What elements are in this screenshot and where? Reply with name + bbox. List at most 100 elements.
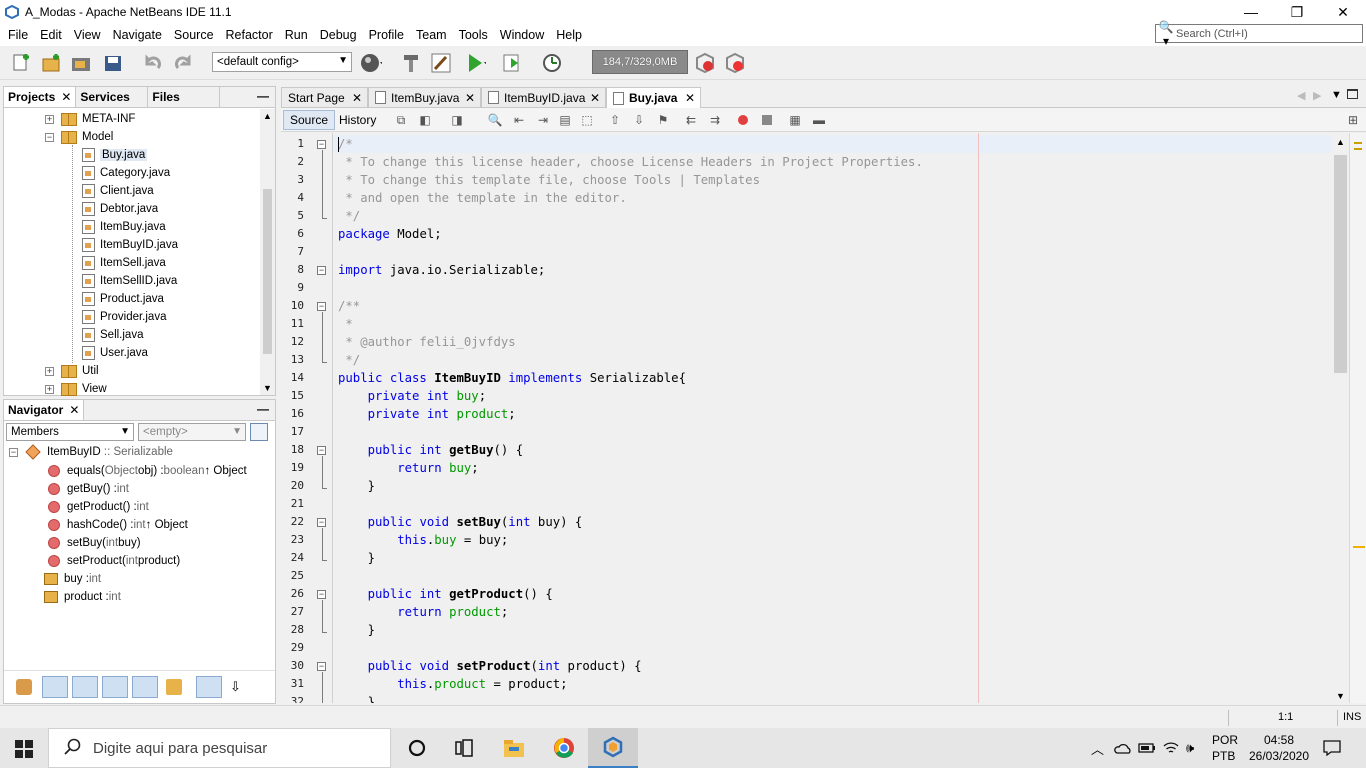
new-project-icon[interactable]: [40, 52, 62, 74]
members-combo[interactable]: Members ▼: [6, 423, 134, 441]
line-number[interactable]: 15: [281, 389, 304, 402]
line-number[interactable]: 12: [281, 335, 304, 348]
fold-toggle-icon[interactable]: −: [317, 266, 326, 275]
split-editor-icon[interactable]: ⊞: [1345, 112, 1361, 128]
stop-macro-icon[interactable]: [759, 112, 775, 128]
close-icon[interactable]: ✕: [69, 403, 79, 417]
navigator-method[interactable]: setBuy(int buy): [48, 534, 141, 552]
minimize-panel-icon[interactable]: —: [257, 89, 269, 103]
mark-occurrence-icon[interactable]: [1353, 546, 1365, 548]
navigator-settings-icon[interactable]: [250, 423, 268, 441]
show-non-public-icon[interactable]: [102, 676, 128, 698]
scroll-down-icon[interactable]: ▼: [263, 383, 272, 393]
close-icon[interactable]: ✕: [61, 90, 71, 104]
minimize-panel-icon[interactable]: —: [257, 402, 269, 416]
line-number[interactable]: 23: [281, 533, 304, 546]
line-number[interactable]: 25: [281, 569, 304, 582]
chrome-icon[interactable]: [553, 737, 575, 762]
tree-folder[interactable]: + View: [45, 380, 107, 398]
tree-file[interactable]: Debtor.java: [82, 200, 158, 218]
line-number[interactable]: 16: [281, 407, 304, 420]
line-number[interactable]: 13: [281, 353, 304, 366]
close-icon[interactable]: ✕: [465, 91, 475, 105]
fold-toggle-icon[interactable]: −: [317, 590, 326, 599]
editor-scrollbar[interactable]: ▲ ▼: [1332, 133, 1349, 703]
gc-icon[interactable]: [694, 52, 716, 74]
menu-team[interactable]: Team: [410, 28, 453, 42]
show-inner-classes-icon[interactable]: [132, 676, 158, 698]
navigator-method[interactable]: getProduct() : int: [48, 498, 149, 516]
projects-scroll-thumb[interactable]: [263, 189, 272, 354]
fold-toggle-icon[interactable]: −: [317, 662, 326, 671]
show-hidden-icons-icon[interactable]: ︿: [1091, 728, 1104, 768]
profile-ide-icon[interactable]: [724, 52, 746, 74]
config-select[interactable]: <default config> ▼: [212, 52, 352, 72]
tree-folder[interactable]: + Util: [45, 362, 99, 380]
taskbar-search-input[interactable]: [93, 739, 390, 757]
navigator-root[interactable]: − ItemBuyID :: Serializable: [9, 443, 173, 461]
last-edit-icon[interactable]: ⧉: [393, 112, 409, 128]
warning-marker-icon[interactable]: [1354, 142, 1362, 144]
clock[interactable]: 04:58 26/03/2020: [1248, 732, 1310, 764]
tree-file[interactable]: ItemBuyID.java: [82, 236, 178, 254]
warning-marker-icon[interactable]: [1354, 148, 1362, 150]
fold-toggle-icon[interactable]: −: [317, 140, 326, 149]
file-explorer-icon[interactable]: [503, 738, 525, 761]
tree-file[interactable]: ItemBuy.java: [82, 218, 166, 236]
show-opened-documents-icon[interactable]: ▼: [1331, 89, 1342, 101]
line-number[interactable]: 30: [281, 659, 304, 672]
line-number[interactable]: 8: [281, 263, 304, 276]
line-number[interactable]: 17: [281, 425, 304, 438]
task-view-icon[interactable]: [455, 739, 473, 760]
scroll-up-icon[interactable]: ▲: [263, 111, 272, 121]
line-number[interactable]: 31: [281, 677, 304, 690]
tab-files[interactable]: Files: [148, 87, 221, 107]
navigator-field[interactable]: product : int: [44, 588, 121, 606]
undo-icon[interactable]: [142, 52, 164, 74]
open-project-icon[interactable]: [70, 52, 92, 74]
battery-icon[interactable]: [1138, 728, 1156, 768]
tab-projects[interactable]: Projects ✕: [4, 87, 77, 107]
find-next-icon[interactable]: ⇥: [535, 112, 551, 128]
tree-folder[interactable]: − Model: [45, 128, 113, 146]
fqn-icon[interactable]: [166, 679, 182, 695]
back-icon[interactable]: ◧: [417, 112, 433, 128]
line-number[interactable]: 3: [281, 173, 304, 186]
save-all-icon[interactable]: [102, 52, 124, 74]
collapse-icon[interactable]: −: [9, 447, 18, 457]
input-language[interactable]: POR PTB: [1212, 732, 1240, 764]
tree-folder[interactable]: + META-INF: [45, 110, 135, 128]
menu-window[interactable]: Window: [494, 28, 550, 42]
minimize-button[interactable]: —: [1228, 0, 1274, 24]
wifi-icon[interactable]: [1162, 728, 1180, 768]
sort-by-source-icon[interactable]: ⇩: [230, 679, 246, 695]
windows-start-icon[interactable]: [15, 740, 33, 761]
cortana-icon[interactable]: [408, 739, 426, 760]
menu-edit[interactable]: Edit: [34, 28, 68, 42]
close-icon[interactable]: ✕: [590, 91, 600, 105]
line-number[interactable]: 28: [281, 623, 304, 636]
start-macro-icon[interactable]: [735, 112, 751, 128]
comment-icon[interactable]: ▦: [787, 112, 803, 128]
navigator-method[interactable]: getBuy() : int: [48, 480, 129, 498]
filter-combo[interactable]: <empty> ▼: [138, 423, 246, 441]
show-static-icon[interactable]: [72, 676, 98, 698]
line-number[interactable]: 5: [281, 209, 304, 222]
find-icon[interactable]: 🔍: [487, 112, 503, 128]
menu-view[interactable]: View: [68, 28, 107, 42]
navigator-method[interactable]: equals(Object obj) : boolean ↑ Object: [48, 462, 247, 480]
tree-file[interactable]: Category.java: [82, 164, 170, 182]
line-number[interactable]: 29: [281, 641, 304, 654]
tree-file[interactable]: User.java: [82, 344, 148, 362]
scroll-tabs-left-icon[interactable]: ◀: [1297, 89, 1305, 102]
tree-file[interactable]: ItemSell.java: [82, 254, 166, 272]
shift-left-icon[interactable]: ⇇: [683, 112, 699, 128]
line-number[interactable]: 2: [281, 155, 304, 168]
close-button[interactable]: ✕: [1320, 0, 1366, 24]
onedrive-icon[interactable]: [1114, 728, 1132, 768]
tree-file[interactable]: Product.java: [82, 290, 164, 308]
tab-history[interactable]: History: [333, 110, 382, 130]
caret-position[interactable]: 1:1: [1278, 711, 1293, 723]
tree-file[interactable]: Provider.java: [82, 308, 166, 326]
forward-icon[interactable]: ◨: [449, 112, 465, 128]
